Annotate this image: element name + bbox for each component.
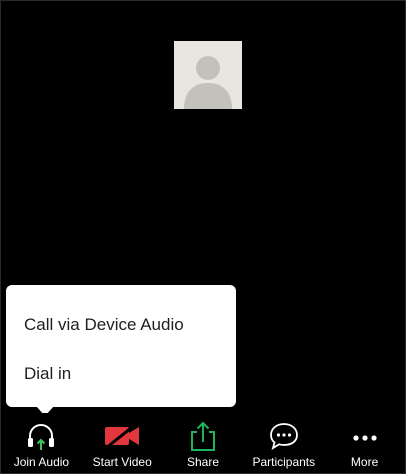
- more-label: More: [350, 455, 379, 469]
- participants-button[interactable]: Participants: [243, 413, 324, 473]
- join-audio-label: Join Audio: [13, 455, 70, 469]
- share-button[interactable]: Share: [163, 413, 244, 473]
- participant-avatar: [174, 41, 242, 109]
- start-video-label: Start Video: [92, 455, 152, 469]
- user-silhouette-icon: [174, 41, 242, 109]
- participants-label: Participants: [252, 455, 316, 469]
- share-label: Share: [186, 455, 219, 469]
- participants-chat-icon: [269, 423, 298, 450]
- meeting-toolbar: Join Audio Start Video Share Participant…: [1, 413, 405, 473]
- call-via-device-audio-option[interactable]: Call via Device Audio: [24, 315, 184, 335]
- more-button[interactable]: More: [324, 413, 405, 473]
- start-video-button[interactable]: Start Video: [82, 413, 163, 473]
- video-off-icon: [105, 422, 140, 450]
- dial-in-option[interactable]: Dial in: [24, 364, 71, 384]
- share-icon: [190, 421, 215, 451]
- meeting-screen: Call via Device Audio Dial in Join Audio: [0, 0, 406, 474]
- join-audio-button[interactable]: Join Audio: [1, 413, 82, 473]
- join-audio-popup: Call via Device Audio Dial in: [6, 285, 236, 416]
- headphones-icon: [28, 424, 55, 450]
- more-icon: [352, 435, 377, 441]
